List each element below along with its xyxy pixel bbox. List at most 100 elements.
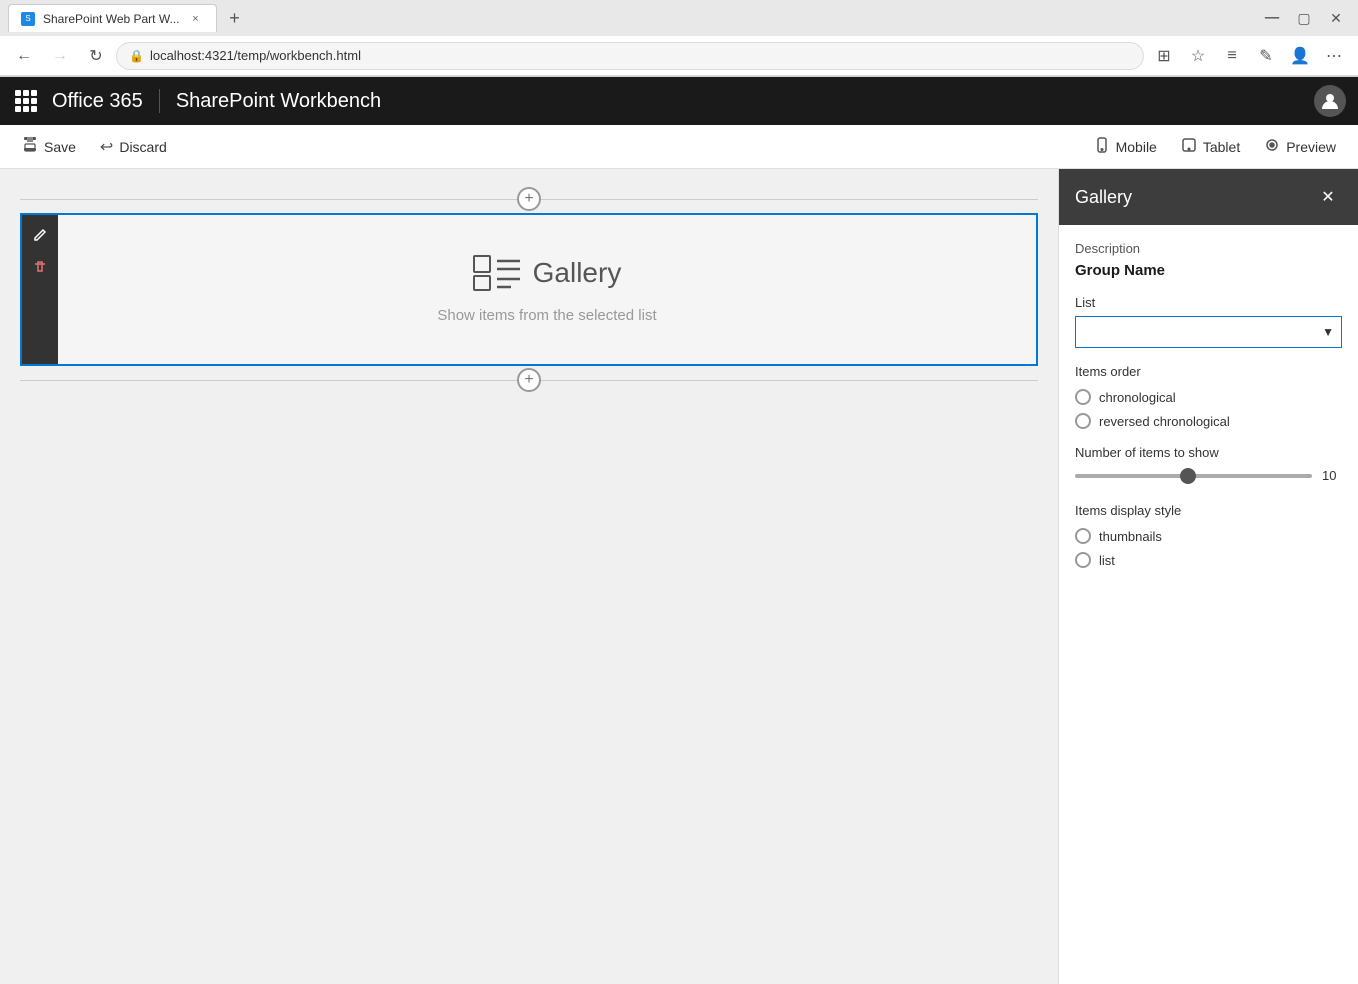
back-button[interactable]: ←: [8, 40, 40, 72]
items-order-radio-group: chronological reversed chronological: [1075, 389, 1342, 429]
canvas-area: +: [0, 169, 1058, 984]
canvas-wrapper: +: [20, 189, 1038, 390]
brand-divider: [159, 89, 160, 113]
edit-button[interactable]: ✎: [1250, 40, 1282, 72]
panel-title: Gallery: [1075, 187, 1132, 208]
order-reversed-option[interactable]: reversed chronological: [1075, 413, 1342, 429]
mobile-view-button[interactable]: Mobile: [1084, 131, 1167, 162]
chronological-radio[interactable]: [1075, 389, 1091, 405]
display-style-radio-group: thumbnails list: [1075, 528, 1342, 568]
waffle-icon: [15, 90, 37, 112]
tablet-label: Tablet: [1203, 139, 1240, 155]
reload-button[interactable]: ↻: [80, 40, 112, 72]
list-label: list: [1099, 553, 1115, 568]
add-zone-top: +: [20, 189, 1038, 209]
discard-button[interactable]: ↩ Discard: [90, 131, 177, 163]
more-button[interactable]: ⋯: [1318, 40, 1350, 72]
save-label: Save: [44, 139, 76, 155]
add-line-right: [541, 199, 1038, 200]
gallery-webpart-icon: [473, 255, 521, 291]
order-chronological-option[interactable]: chronological: [1075, 389, 1342, 405]
close-icon: ✕: [1321, 187, 1334, 207]
slider-wrapper: 10: [1075, 468, 1342, 483]
webpart-content: Gallery Show items from the selected lis…: [58, 215, 1036, 364]
tablet-icon: [1181, 137, 1197, 156]
display-thumbnails-option[interactable]: thumbnails: [1075, 528, 1342, 544]
webpart-toolbar: [22, 215, 58, 364]
main-layout: +: [0, 169, 1358, 984]
office-brand-label: Office 365: [52, 90, 143, 113]
mobile-icon: [1094, 137, 1110, 156]
toolbar: Save ↩ Discard Mobile Tablet Preview: [0, 125, 1358, 169]
delete-webpart-button[interactable]: [26, 253, 54, 281]
list-radio[interactable]: [1075, 552, 1091, 568]
forward-button[interactable]: →: [44, 40, 76, 72]
restore-button[interactable]: ▢: [1290, 4, 1318, 32]
minimize-button[interactable]: ─: [1258, 4, 1286, 32]
app-header: Office 365 SharePoint Workbench: [0, 77, 1358, 125]
close-window-button[interactable]: ✕: [1322, 4, 1350, 32]
tab-close-button[interactable]: ×: [188, 11, 204, 27]
preview-label: Preview: [1286, 139, 1336, 155]
tab-title: SharePoint Web Part W...: [43, 12, 180, 26]
right-panel: Gallery ✕ Description Group Name List ▼ …: [1058, 169, 1358, 984]
thumbnails-radio[interactable]: [1075, 528, 1091, 544]
panel-header: Gallery ✕: [1059, 169, 1358, 225]
user-avatar[interactable]: [1314, 85, 1346, 117]
panel-close-button[interactable]: ✕: [1314, 183, 1342, 211]
waffle-menu-button[interactable]: [12, 87, 40, 115]
display-style-label: Items display style: [1075, 503, 1342, 518]
discard-icon: ↩: [100, 137, 113, 157]
gallery-webpart-title: Gallery: [533, 257, 622, 289]
chronological-label: chronological: [1099, 390, 1176, 405]
list-select-wrapper: ▼: [1075, 316, 1342, 348]
panel-body: Description Group Name List ▼ Items orde…: [1059, 225, 1358, 600]
add-zone-bottom: +: [20, 370, 1038, 390]
url-text: localhost:4321/temp/workbench.html: [150, 48, 361, 63]
description-label: Description: [1075, 241, 1342, 256]
add-line-bottom-right: [541, 380, 1038, 381]
view-buttons: Mobile Tablet Preview: [1084, 131, 1346, 162]
save-icon: [22, 136, 38, 157]
display-list-option[interactable]: list: [1075, 552, 1342, 568]
bookmark-button[interactable]: ☆: [1182, 40, 1214, 72]
add-webpart-bottom-button[interactable]: +: [517, 368, 541, 392]
tab-favicon: S: [21, 12, 35, 26]
gallery-icon-area: Gallery: [473, 255, 622, 291]
gallery-webpart-subtitle: Show items from the selected list: [437, 307, 656, 324]
preview-icon: [1264, 137, 1280, 156]
tablet-view-button[interactable]: Tablet: [1171, 131, 1250, 162]
save-button[interactable]: Save: [12, 130, 86, 163]
preview-button[interactable]: Preview: [1254, 131, 1346, 162]
menu-button[interactable]: ≡: [1216, 40, 1248, 72]
reversed-chronological-radio[interactable]: [1075, 413, 1091, 429]
nav-bar: ← → ↻ 🔒 localhost:4321/temp/workbench.ht…: [0, 36, 1358, 76]
edit-webpart-button[interactable]: [26, 221, 54, 249]
address-bar[interactable]: 🔒 localhost:4321/temp/workbench.html: [116, 42, 1144, 70]
new-tab-button[interactable]: +: [221, 4, 249, 32]
list-field-label: List: [1075, 295, 1342, 310]
webpart-container: Gallery Show items from the selected lis…: [20, 213, 1038, 366]
profile-button[interactable]: 👤: [1284, 40, 1316, 72]
add-line-bottom-left: [20, 380, 517, 381]
group-name-label: Group Name: [1075, 262, 1342, 279]
items-order-label: Items order: [1075, 364, 1342, 379]
workbench-title: SharePoint Workbench: [176, 90, 381, 113]
tab-bar: S SharePoint Web Part W... × + ─ ▢ ✕: [0, 0, 1358, 36]
add-line-left: [20, 199, 517, 200]
thumbnails-label: thumbnails: [1099, 529, 1162, 544]
mobile-label: Mobile: [1116, 139, 1157, 155]
active-tab[interactable]: S SharePoint Web Part W... ×: [8, 4, 217, 32]
discard-label: Discard: [119, 139, 166, 155]
num-items-label: Number of items to show: [1075, 445, 1342, 460]
reversed-chronological-label: reversed chronological: [1099, 414, 1230, 429]
tab-grid-button[interactable]: ⊞: [1148, 40, 1180, 72]
nav-right-buttons: ⊞ ☆ ≡ ✎ 👤 ⋯: [1148, 40, 1350, 72]
num-items-slider[interactable]: [1075, 474, 1312, 478]
security-lock-icon: 🔒: [129, 49, 144, 63]
num-items-section: Number of items to show 10: [1075, 445, 1342, 483]
num-items-value: 10: [1322, 468, 1342, 483]
browser-chrome: S SharePoint Web Part W... × + ─ ▢ ✕ ← →…: [0, 0, 1358, 77]
add-webpart-top-button[interactable]: +: [517, 187, 541, 211]
list-select[interactable]: [1075, 316, 1342, 348]
